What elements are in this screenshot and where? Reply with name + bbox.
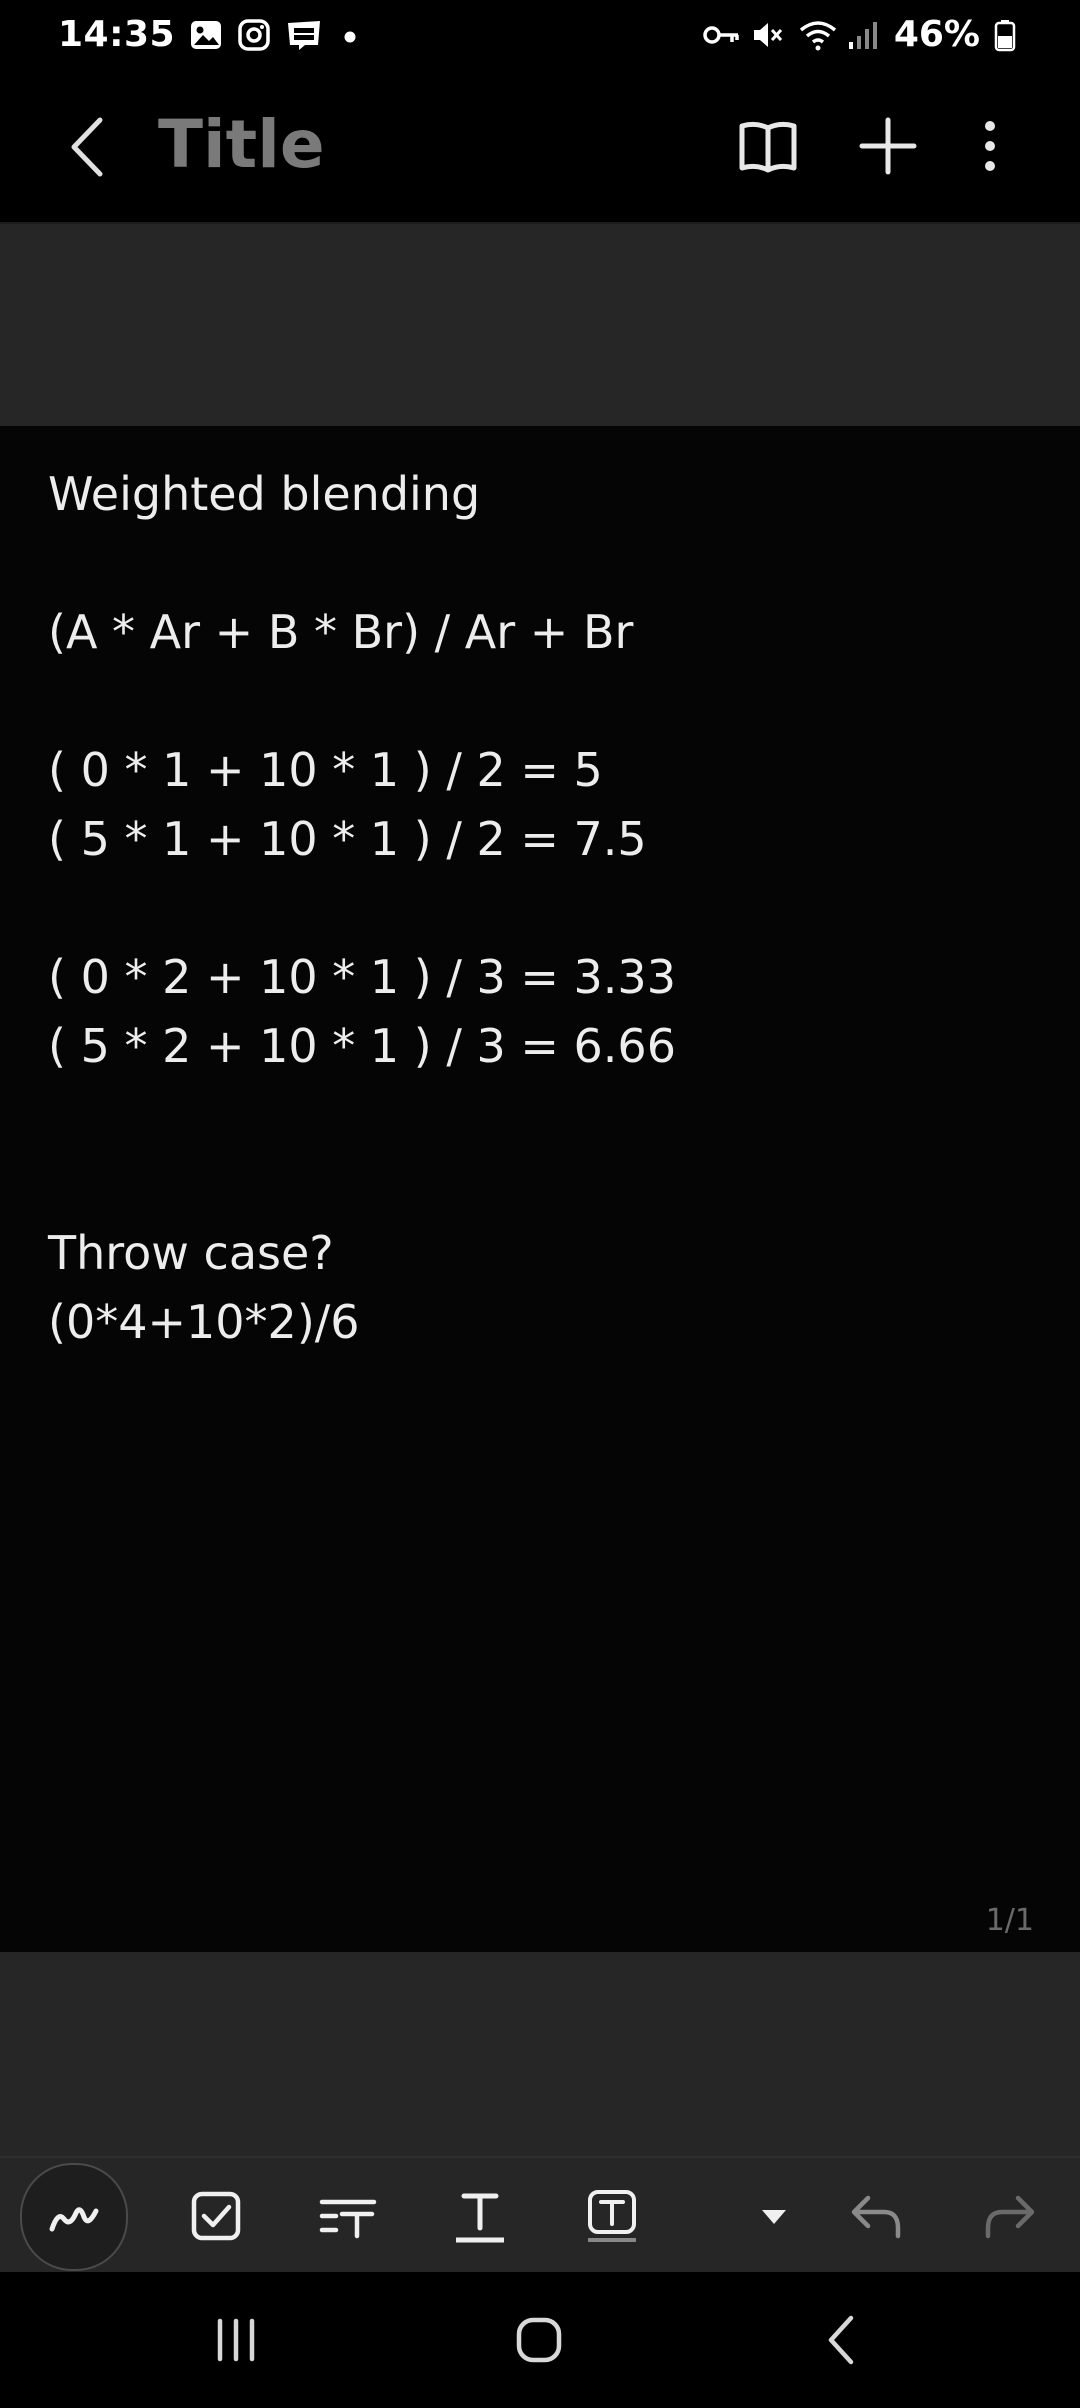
chevron-left-icon <box>71 117 103 177</box>
text-icon <box>456 2193 504 2243</box>
note-line: Throw case? <box>48 1226 334 1280</box>
editor-toolbar <box>0 2156 1080 2274</box>
note-line: ( 0 * 1 + 10 * 1 ) / 2 = 5 <box>48 743 603 797</box>
battery-percent: 46% <box>893 14 980 55</box>
undo-icon <box>851 2195 901 2239</box>
webtoon-icon <box>285 18 321 52</box>
recents-button[interactable] <box>196 2308 276 2372</box>
note-body[interactable]: Weighted blending (A * Ar + B * Br) / Ar… <box>48 460 676 1357</box>
more-tools-dropdown[interactable] <box>736 2178 812 2254</box>
redo-button[interactable] <box>972 2178 1048 2254</box>
checkbox-icon <box>191 2191 241 2241</box>
add-button[interactable] <box>856 114 920 178</box>
status-right: 46% <box>702 14 1028 55</box>
more-options-button[interactable] <box>958 114 1022 178</box>
app-bar: Title <box>0 72 1080 224</box>
note-page[interactable]: Weighted blending (A * Ar + B * Br) / Ar… <box>0 426 1080 1952</box>
note-line: ( 0 * 2 + 10 * 1 ) / 3 = 3.33 <box>48 950 676 1004</box>
back-icon <box>828 2315 854 2365</box>
pen-tool-button[interactable] <box>20 2163 128 2271</box>
recents-icon <box>217 2318 255 2362</box>
note-line: ( 5 * 1 + 10 * 1 ) / 2 = 7.5 <box>48 812 647 866</box>
status-bar: 14:35 46% <box>0 0 1080 72</box>
note-line <box>48 874 676 943</box>
back-button[interactable] <box>60 112 120 182</box>
mute-icon <box>750 18 784 52</box>
text-box-tool-button[interactable] <box>574 2178 650 2254</box>
header-spacer <box>0 224 1080 426</box>
vpn-key-icon <box>702 18 739 52</box>
wifi-icon <box>798 18 836 52</box>
battery-icon <box>994 18 1028 52</box>
undo-button[interactable] <box>838 2178 914 2254</box>
note-line: (A * Ar + B * Br) / Ar + Br <box>48 605 634 659</box>
text-style-tool-button[interactable] <box>310 2178 386 2254</box>
status-time: 14:35 <box>58 14 176 55</box>
reading-mode-icon <box>739 121 797 173</box>
home-icon <box>516 2317 562 2363</box>
dot-icon <box>333 18 367 52</box>
home-button[interactable] <box>499 2308 579 2372</box>
redo-icon <box>985 2195 1035 2239</box>
note-line: ( 5 * 2 + 10 * 1 ) / 3 = 6.66 <box>48 1019 676 1073</box>
text-tool-button[interactable] <box>442 2178 518 2254</box>
checkbox-tool-button[interactable] <box>178 2178 254 2254</box>
text-box-icon <box>588 2190 636 2242</box>
page-indicator: 1/1 <box>985 1903 1034 1938</box>
note-line: (0*4+10*2)/6 <box>48 1295 360 1349</box>
instagram-icon <box>237 18 271 52</box>
note-line <box>48 667 676 736</box>
reading-mode-button[interactable] <box>736 114 800 178</box>
note-line <box>48 529 676 598</box>
add-icon <box>859 117 917 175</box>
note-line <box>48 1081 676 1150</box>
text-style-icon <box>319 2199 377 2239</box>
system-nav-bar <box>0 2272 1080 2408</box>
pen-icon <box>49 2207 99 2232</box>
note-line <box>48 1150 676 1219</box>
status-left: 14:35 <box>58 14 367 55</box>
signal-icon <box>846 18 880 52</box>
note-title[interactable]: Title <box>158 106 325 183</box>
nav-back-button[interactable] <box>802 2308 882 2372</box>
gallery-icon <box>189 18 223 52</box>
dropdown-arrow-icon <box>762 2210 786 2224</box>
page-footer-area <box>0 1952 1080 2156</box>
note-line: Weighted blending <box>48 467 481 521</box>
more-options-icon <box>985 121 995 171</box>
